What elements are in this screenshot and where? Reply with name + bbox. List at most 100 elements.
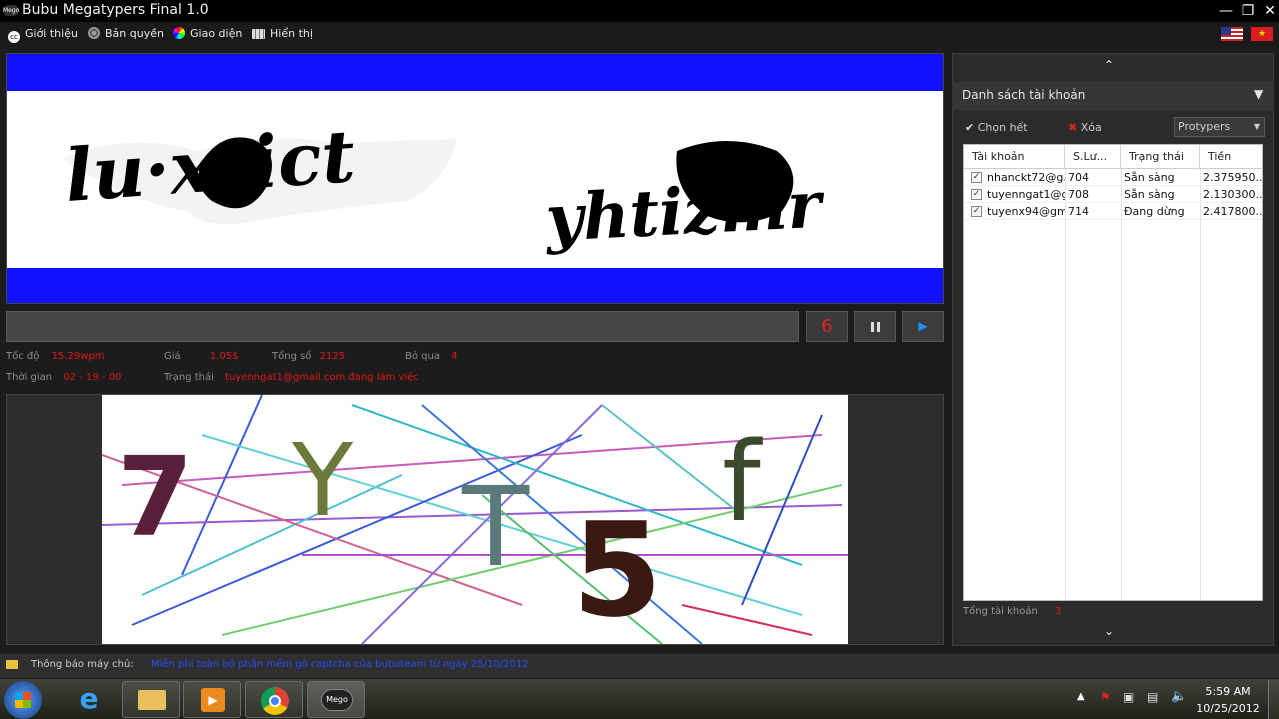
captcha-top-drawing: lu·xrict yhtizmr (62, 113, 827, 257)
menu-item-label: Hiển thị (270, 27, 313, 40)
captcha-word-2: yhtizmr (542, 167, 827, 257)
speed-stat: Tốc độ 15.29wpm (6, 350, 104, 364)
table-row[interactable]: ✓ nhanckt72@g... 704 Sẵn sàng 2.375950..… (964, 169, 1262, 186)
notice-label: Thông báo máy chủ: (31, 659, 134, 670)
table-row[interactable]: ✓ tuyenx94@gm... 714 Đang dừng 2.417800.… (964, 203, 1262, 220)
account-total-label: Tổng tài khoản (963, 606, 1038, 617)
pause-icon (870, 321, 880, 332)
column-header-account[interactable]: Tài khoản (964, 145, 1065, 169)
checkmark-icon: ✔ (965, 121, 975, 134)
taskbar-media-player[interactable]: ▶ (183, 681, 241, 718)
price-value: 1.05$ (209, 351, 239, 362)
color-wheel-icon (173, 27, 185, 39)
column-header-money[interactable]: Tiền (1200, 145, 1262, 169)
captcha-white-band: lu·xrict yhtizmr (7, 91, 943, 268)
title-bar: Mego Bubu Megatypers Final 1.0 — ❐ ✕ (0, 0, 1279, 22)
restore-button[interactable]: ❐ (1237, 0, 1259, 22)
power-icon[interactable]: ▣ (1123, 690, 1134, 704)
chevron-down-icon: ▼ (1253, 122, 1260, 131)
play-button[interactable]: ▶ (902, 311, 944, 342)
delete-label: Xóa (1080, 121, 1102, 134)
delete-button[interactable]: ✖ Xóa (1068, 121, 1102, 134)
collapse-up-icon[interactable]: ⌃ (1104, 58, 1114, 72)
answer-input-box[interactable] (6, 311, 799, 342)
countdown-display: 6 (806, 311, 848, 342)
media-player-icon: ▶ (201, 688, 225, 712)
speed-value: 15.29wpm (51, 351, 105, 362)
app-logo-icon: Mego (3, 5, 20, 16)
captcha-image-bottom: 7 Y T 5 f (102, 395, 848, 644)
status-cell: Sẵn sàng (1124, 188, 1175, 201)
captcha-image-top: lu·xrict yhtizmr (6, 53, 944, 304)
service-select[interactable]: Protypers ▼ (1174, 117, 1265, 137)
status-cell: Đang dừng (1124, 205, 1185, 218)
delete-x-icon: ✖ (1068, 121, 1078, 134)
menu-item-theme[interactable]: Giao diện (173, 26, 242, 42)
folder-icon (138, 690, 166, 710)
row-checkbox[interactable]: ✓ (971, 189, 982, 200)
collapse-down-icon[interactable]: ⌄ (1104, 624, 1114, 638)
table-row[interactable]: ✓ tuyenngat1@g... 708 Sẵn sàng 2.130300.… (964, 186, 1263, 203)
total-stat: Tổng số 2125 (272, 350, 345, 364)
accounts-table: Tài khoản S.Lư... Trạng thái Tiền ✓ nhan… (963, 144, 1263, 601)
row-checkbox[interactable]: ✓ (971, 206, 982, 217)
network-icon[interactable]: ▤ (1147, 690, 1158, 704)
select-all-toggle[interactable]: ✔ Chọn hết (965, 121, 1028, 134)
menu-item-about[interactable]: cc Giới thiệu (8, 26, 78, 43)
count-cell: 714 (1068, 205, 1089, 218)
us-flag-icon[interactable] (1221, 27, 1243, 41)
close-button[interactable]: ✕ (1259, 0, 1279, 22)
skip-stat: Bỏ qua 4 (405, 350, 458, 364)
volume-icon[interactable]: 🔈 (1171, 689, 1187, 704)
clock-time[interactable]: 5:59 AM (1188, 685, 1268, 698)
fingerprint-icon (88, 27, 100, 39)
table-header: Tài khoản S.Lư... Trạng thái Tiền (964, 145, 1262, 169)
accounts-panel-header[interactable]: Danh sách tài khoản ▼ (952, 82, 1274, 110)
accounts-panel-title: Danh sách tài khoản (962, 88, 1086, 102)
taskbar-explorer[interactable] (122, 681, 180, 718)
minimize-button[interactable]: — (1215, 0, 1237, 22)
start-orb-icon[interactable] (4, 681, 42, 719)
captcha-bottom-drawing: 7 Y T 5 f (102, 395, 848, 644)
mego-icon: Mego (321, 689, 353, 711)
skip-value: 4 (451, 351, 458, 362)
menu-item-label: Giao diện (190, 27, 243, 40)
money-cell: 2.130300... (1203, 188, 1263, 201)
status-value: tuyenngat1@gmail.com đang làm việc (225, 372, 419, 383)
taskbar-chrome[interactable] (245, 681, 303, 718)
window-title: Bubu Megatypers Final 1.0 (22, 2, 209, 18)
status-label: Trạng thái (164, 372, 214, 383)
service-select-value: Protypers (1178, 120, 1231, 133)
play-icon: ▶ (918, 319, 928, 333)
menu-item-display[interactable]: Hiển thị (252, 26, 313, 42)
message-icon (6, 660, 18, 669)
menu-item-label: Bản quyền (105, 27, 164, 40)
captcha-glyph-1: 7 (117, 433, 194, 561)
column-header-count[interactable]: S.Lư... (1065, 145, 1121, 169)
vn-flag-icon[interactable]: ★ (1251, 27, 1273, 41)
taskbar-mego[interactable]: Mego (307, 681, 365, 718)
menu-bar: cc Giới thiệu Bản quyền Giao diện Hiển th… (0, 22, 1279, 46)
pause-button[interactable] (854, 311, 896, 342)
clock-date[interactable]: 10/25/2012 (1188, 702, 1268, 715)
skip-label: Bỏ qua (405, 351, 440, 362)
internet-explorer-icon[interactable]: e (72, 684, 106, 714)
dropdown-arrow-icon[interactable]: ▼ (1254, 87, 1263, 101)
count-cell: 708 (1068, 188, 1089, 201)
action-center-flag-icon[interactable]: ⚑ (1100, 690, 1111, 704)
display-icon (252, 29, 265, 39)
time-label: Thời gian (6, 372, 53, 383)
account-total-value: 3 (1055, 606, 1062, 617)
show-desktop-button[interactable] (1268, 680, 1279, 719)
column-header-status[interactable]: Trạng thái (1121, 145, 1200, 169)
app-window: Mego Bubu Megatypers Final 1.0 — ❐ ✕ cc G… (0, 0, 1279, 719)
row-checkbox[interactable]: ✓ (971, 172, 982, 183)
server-notice-bar: Thông báo máy chủ: Miễn phí toàn bộ phần… (0, 654, 1279, 678)
show-hidden-icons-icon[interactable]: ▲ (1077, 691, 1085, 702)
count-cell: 704 (1068, 171, 1089, 184)
menu-item-license[interactable]: Bản quyền (88, 26, 164, 42)
answer-input[interactable] (7, 312, 798, 341)
captcha-glyph-4: 5 (572, 494, 662, 644)
account-cell: nhanckt72@g... (987, 171, 1065, 184)
time-stat: Thời gian 02 - 19 - 00 (6, 371, 121, 385)
